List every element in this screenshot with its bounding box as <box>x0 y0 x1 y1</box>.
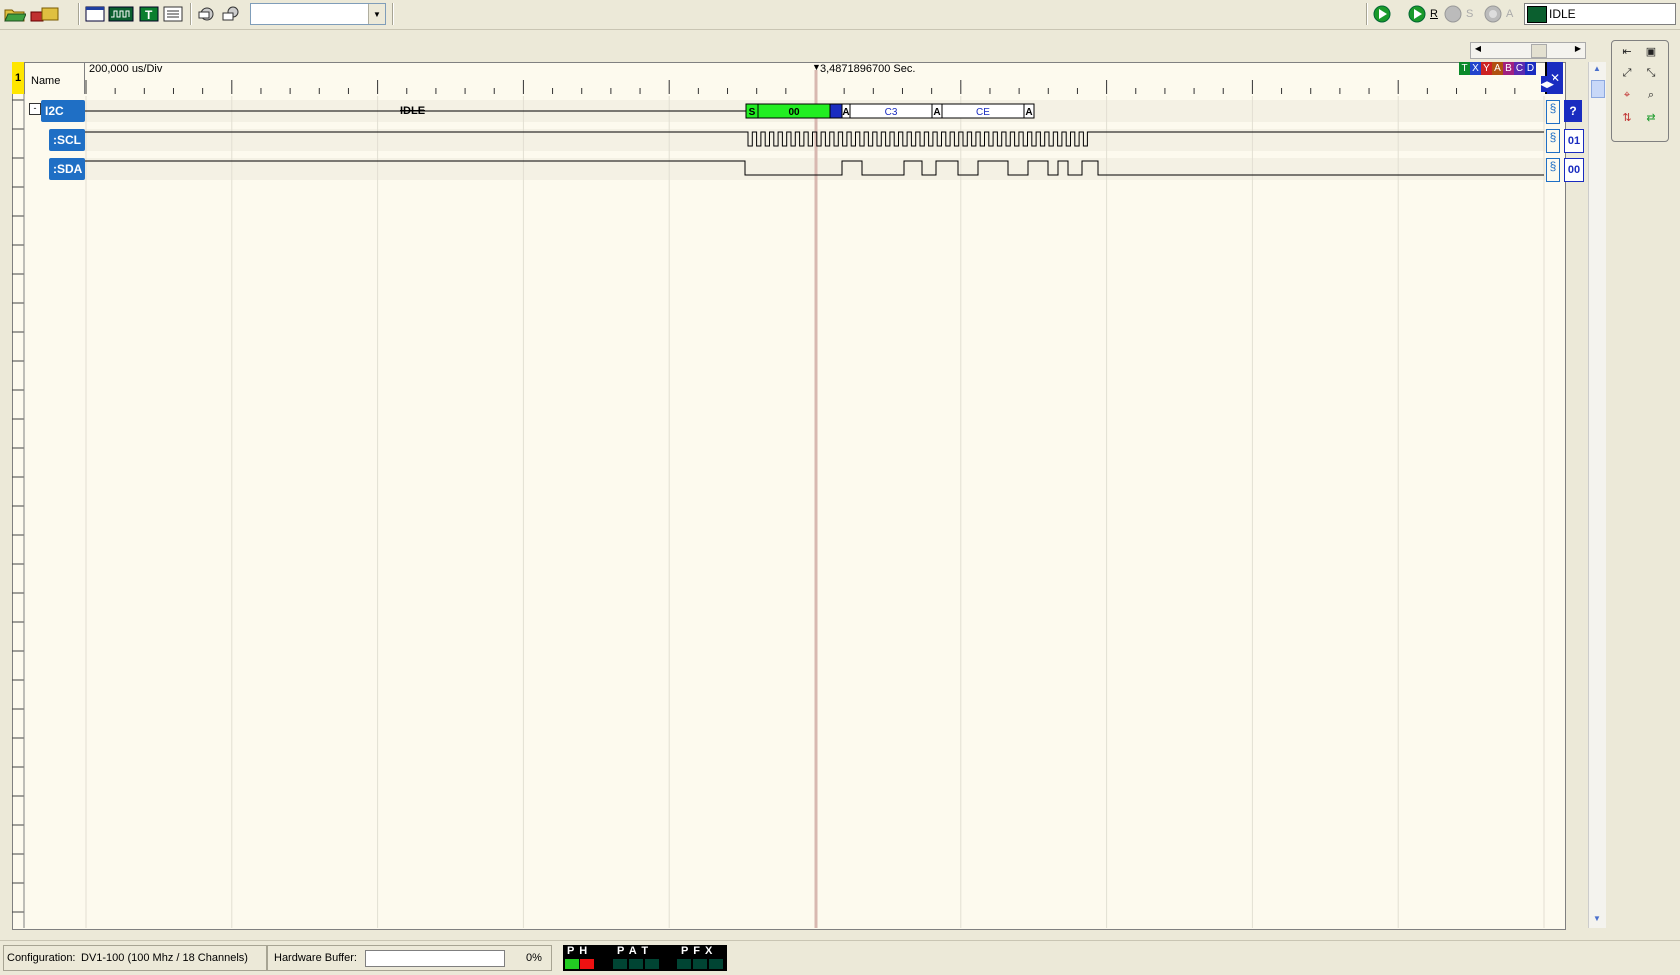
configuration-panel: Configuration: DV1-100 (100 Mhz / 18 Cha… <box>3 945 267 971</box>
scroll-up-icon[interactable]: ▲ <box>1591 64 1603 76</box>
cursor-button-b[interactable]: B <box>1503 62 1514 75</box>
indicator-pat: P A T <box>617 945 650 957</box>
channel-i2c-label[interactable]: I2C <box>41 100 85 122</box>
config-value: DV1-100 (100 Mhz / 18 Channels) <box>81 952 248 964</box>
cursor-buttons: TXYABCD <box>1459 62 1536 75</box>
cursor-button-x[interactable]: X <box>1470 62 1481 75</box>
zoom-out-icon[interactable]: ⤡ <box>1640 67 1662 87</box>
cursor-tx-icon[interactable]: ⇄ <box>1640 111 1662 131</box>
zoom-in-icon[interactable]: ⤢ <box>1616 67 1638 87</box>
i2c-ack-3: A <box>1025 107 1032 118</box>
led-p2-icon <box>613 959 627 969</box>
buffer-panel: Hardware Buffer: 0% <box>267 945 552 971</box>
waveform-canvas: S 00 A C3 A CE A <box>12 62 1546 928</box>
zoom-arrows-icon[interactable]: ◀▶ <box>1540 76 1554 92</box>
cursor-button-c[interactable]: C <box>1514 62 1525 75</box>
status-bar: Configuration: DV1-100 (100 Mhz / 18 Cha… <box>0 940 1680 975</box>
vertical-scrollbar[interactable]: ▲ ▼ <box>1588 62 1606 928</box>
cursor-button-t[interactable]: T <box>1459 62 1470 75</box>
value-sda: 00 <box>1564 158 1584 182</box>
cursor-marker-icon[interactable]: ▼ <box>812 62 821 72</box>
led-t-icon <box>645 959 659 969</box>
config-label: Configuration: <box>7 952 76 964</box>
i2c-idle-text: IDLE <box>400 105 426 117</box>
zoom-full-icon[interactable]: ▣ <box>1640 45 1662 65</box>
i2c-byte-1: 00 <box>788 107 800 118</box>
cursor-time: 3,4871896700 Sec. <box>820 63 916 75</box>
zoom-toolbox: ⇤ ▣ ⤢ ⤡ ⌖ ⌕ ⇅ ⇄ <box>1611 40 1669 142</box>
search-icon[interactable]: ⌕ <box>1640 89 1662 109</box>
i2c-addr-marker <box>829 103 843 119</box>
collapse-icon[interactable]: - <box>29 103 41 115</box>
trigger-scl-icon[interactable]: § <box>1546 129 1560 153</box>
time-per-div: 200,000 us/Div <box>89 63 163 75</box>
led-a-icon <box>629 959 643 969</box>
led-h-icon <box>580 959 594 969</box>
zoom-start-icon[interactable]: ⇤ <box>1616 45 1638 65</box>
trigger-sda-icon[interactable]: § <box>1546 158 1560 182</box>
value-scl: 01 <box>1564 129 1584 153</box>
indicator-pfx: P F X <box>681 945 714 957</box>
cursor-button-a[interactable]: A <box>1492 62 1503 75</box>
scroll-down-icon[interactable]: ▼ <box>1591 914 1603 926</box>
trigger-i2c-icon[interactable]: § <box>1546 100 1560 124</box>
indicator-ph: P H <box>567 945 589 957</box>
led-x-icon <box>709 959 723 969</box>
led-p3-icon <box>677 959 691 969</box>
buffer-label: Hardware Buffer: <box>274 952 357 964</box>
buffer-percent: 0% <box>526 952 542 964</box>
cursor-button-y[interactable]: Y <box>1481 62 1492 75</box>
indicator-panel: P H P A T P F X <box>563 945 727 971</box>
vscroll-thumb[interactable] <box>1591 80 1605 98</box>
i2c-ack-2: A <box>933 107 940 118</box>
i2c-byte-3: CE <box>976 107 990 118</box>
name-header: Name <box>31 75 61 87</box>
led-p-icon <box>565 959 579 969</box>
i2c-start: S <box>749 107 756 118</box>
cursor-ab-icon[interactable]: ⇅ <box>1616 111 1638 131</box>
value-i2c: ? <box>1564 100 1582 122</box>
zoom-cursor-icon[interactable]: ⌖ <box>1616 89 1638 109</box>
name-header-cell: Name <box>24 62 85 94</box>
buffer-progress <box>365 950 505 967</box>
i2c-ack-1: A <box>842 107 849 118</box>
i2c-byte-2: C3 <box>885 107 898 118</box>
cursor-button-d[interactable]: D <box>1525 62 1536 75</box>
led-f-icon <box>693 959 707 969</box>
channel-scl-label[interactable]: :SCL <box>49 129 85 151</box>
channel-sda-label[interactable]: :SDA <box>49 158 85 180</box>
